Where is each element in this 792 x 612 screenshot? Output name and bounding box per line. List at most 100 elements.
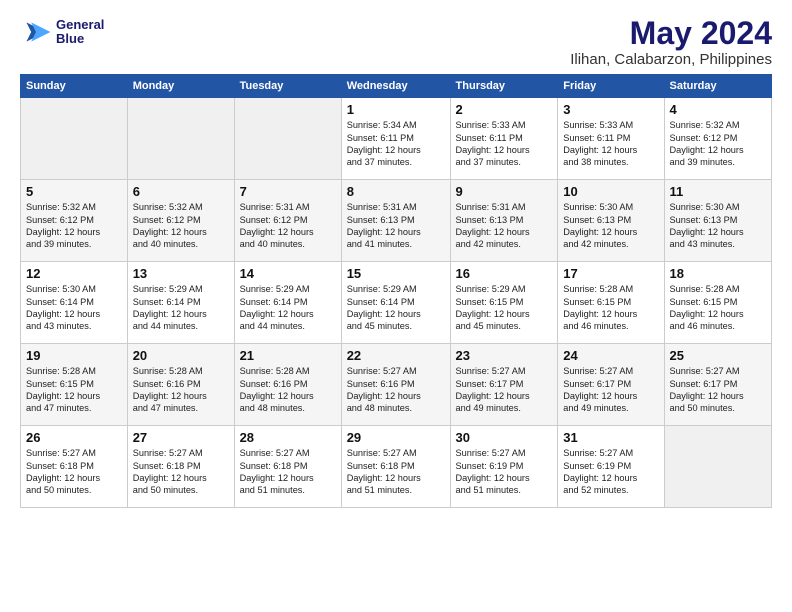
day-number: 31 [563,430,658,445]
col-header-tuesday: Tuesday [234,75,341,98]
day-cell: 30 Sunrise: 5:27 AM Sunset: 6:19 PM Dayli… [450,426,558,508]
day-number: 10 [563,184,658,199]
day-number: 2 [456,102,553,117]
day-number: 9 [456,184,553,199]
day-number: 20 [133,348,229,363]
day-cell: 4 Sunrise: 5:32 AM Sunset: 6:12 PM Daylig… [664,98,771,180]
day-info: Sunrise: 5:29 AM Sunset: 6:15 PM Dayligh… [456,283,553,333]
day-cell: 15 Sunrise: 5:29 AM Sunset: 6:14 PM Dayli… [341,262,450,344]
day-number: 14 [240,266,336,281]
day-cell: 14 Sunrise: 5:29 AM Sunset: 6:14 PM Dayli… [234,262,341,344]
day-number: 27 [133,430,229,445]
day-info: Sunrise: 5:27 AM Sunset: 6:18 PM Dayligh… [347,447,445,497]
day-info: Sunrise: 5:29 AM Sunset: 6:14 PM Dayligh… [133,283,229,333]
day-cell: 20 Sunrise: 5:28 AM Sunset: 6:16 PM Dayli… [127,344,234,426]
day-number: 21 [240,348,336,363]
day-number: 18 [670,266,766,281]
header: General Blue May 2024 Ilihan, Calabarzon… [20,16,772,68]
day-number: 30 [456,430,553,445]
day-number: 17 [563,266,658,281]
day-cell: 3 Sunrise: 5:33 AM Sunset: 6:11 PM Daylig… [558,98,664,180]
week-row-4: 19Sunrise: 5:28 AM Sunset: 6:15 PM Dayli… [21,344,772,426]
week-row-1: 1 Sunrise: 5:34 AM Sunset: 6:11 PM Daylig… [21,98,772,180]
day-info: Sunrise: 5:28 AM Sunset: 6:15 PM Dayligh… [670,283,766,333]
day-info: Sunrise: 5:28 AM Sunset: 6:16 PM Dayligh… [133,365,229,415]
day-number: 11 [670,184,766,199]
day-number: 5 [26,184,122,199]
subtitle: Ilihan, Calabarzon, Philippines [570,51,772,68]
calendar-table: SundayMondayTuesdayWednesdayThursdayFrid… [20,74,772,508]
day-info: Sunrise: 5:27 AM Sunset: 6:17 PM Dayligh… [563,365,658,415]
day-info: Sunrise: 5:27 AM Sunset: 6:18 PM Dayligh… [240,447,336,497]
day-info: Sunrise: 5:34 AM Sunset: 6:11 PM Dayligh… [347,119,445,169]
day-cell: 28 Sunrise: 5:27 AM Sunset: 6:18 PM Dayli… [234,426,341,508]
day-info: Sunrise: 5:30 AM Sunset: 6:14 PM Dayligh… [26,283,122,333]
day-info: Sunrise: 5:30 AM Sunset: 6:13 PM Dayligh… [670,201,766,251]
day-cell: 26Sunrise: 5:27 AM Sunset: 6:18 PM Dayli… [21,426,128,508]
day-info: Sunrise: 5:31 AM Sunset: 6:13 PM Dayligh… [347,201,445,251]
day-info: Sunrise: 5:29 AM Sunset: 6:14 PM Dayligh… [347,283,445,333]
day-cell: 22Sunrise: 5:27 AM Sunset: 6:16 PM Dayli… [341,344,450,426]
day-cell: 18 Sunrise: 5:28 AM Sunset: 6:15 PM Dayli… [664,262,771,344]
day-number: 7 [240,184,336,199]
week-row-5: 26 Sunrise: 5:27 AM Sunset: 6:18 PM Dayli… [21,426,772,508]
col-header-friday: Friday [558,75,664,98]
day-info: Sunrise: 5:31 AM Sunset: 6:12 PM Dayligh… [240,201,336,251]
day-cell: 25Sunrise: 5:27 AM Sunset: 6:17 PM Dayli… [664,344,771,426]
day-cell: 10 Sunrise: 5:30 AM Sunset: 6:13 PM Dayli… [558,180,664,262]
day-cell: 19Sunrise: 5:28 AM Sunset: 6:15 PM Dayli… [21,344,128,426]
day-cell: 7 Sunrise: 5:31 AM Sunset: 6:12 PM Daylig… [234,180,341,262]
day-number: 8 [347,184,445,199]
day-info: Sunrise: 5:33 AM Sunset: 6:11 PM Dayligh… [563,119,658,169]
day-number: 13 [133,266,229,281]
logo-text: General Blue [56,18,104,47]
day-cell: 13 Sunrise: 5:29 AM Sunset: 6:14 PM Dayli… [127,262,234,344]
day-cell: 27Sunrise: 5:27 AM Sunset: 6:18 PM Dayli… [127,426,234,508]
day-number: 4 [670,102,766,117]
week-row-2: 5Sunrise: 5:32 AM Sunset: 6:12 PM Daylig… [21,180,772,262]
day-cell: 16Sunrise: 5:29 AM Sunset: 6:15 PM Dayli… [450,262,558,344]
day-number: 29 [347,430,445,445]
day-cell: 12Sunrise: 5:30 AM Sunset: 6:14 PM Dayli… [21,262,128,344]
col-header-thursday: Thursday [450,75,558,98]
day-number: 15 [347,266,445,281]
day-cell: 1 Sunrise: 5:34 AM Sunset: 6:11 PM Daylig… [341,98,450,180]
day-number: 22 [347,348,445,363]
day-info: Sunrise: 5:29 AM Sunset: 6:14 PM Dayligh… [240,283,336,333]
day-number: 3 [563,102,658,117]
col-header-monday: Monday [127,75,234,98]
day-info: Sunrise: 5:31 AM Sunset: 6:13 PM Dayligh… [456,201,553,251]
day-cell: 9 Sunrise: 5:31 AM Sunset: 6:13 PM Daylig… [450,180,558,262]
day-number: 28 [240,430,336,445]
day-info: Sunrise: 5:30 AM Sunset: 6:13 PM Dayligh… [563,201,658,251]
col-header-saturday: Saturday [664,75,771,98]
day-cell: 6Sunrise: 5:32 AM Sunset: 6:12 PM Daylig… [127,180,234,262]
logo: General Blue [20,16,104,48]
day-info: Sunrise: 5:27 AM Sunset: 6:19 PM Dayligh… [456,447,553,497]
day-cell: 23Sunrise: 5:27 AM Sunset: 6:17 PM Dayli… [450,344,558,426]
page: General Blue May 2024 Ilihan, Calabarzon… [0,0,792,612]
day-cell [21,98,128,180]
title-block: May 2024 Ilihan, Calabarzon, Philippines [570,16,772,68]
day-cell: 5Sunrise: 5:32 AM Sunset: 6:12 PM Daylig… [21,180,128,262]
day-cell: 29 Sunrise: 5:27 AM Sunset: 6:18 PM Dayli… [341,426,450,508]
day-info: Sunrise: 5:27 AM Sunset: 6:17 PM Dayligh… [456,365,553,415]
week-row-3: 12Sunrise: 5:30 AM Sunset: 6:14 PM Dayli… [21,262,772,344]
day-number: 6 [133,184,229,199]
day-info: Sunrise: 5:28 AM Sunset: 6:15 PM Dayligh… [563,283,658,333]
day-number: 26 [26,430,122,445]
main-title: May 2024 [570,16,772,51]
day-cell [664,426,771,508]
day-number: 1 [347,102,445,117]
col-header-sunday: Sunday [21,75,128,98]
day-cell: 11 Sunrise: 5:30 AM Sunset: 6:13 PM Dayli… [664,180,771,262]
col-header-wednesday: Wednesday [341,75,450,98]
day-cell: 8 Sunrise: 5:31 AM Sunset: 6:13 PM Daylig… [341,180,450,262]
day-cell: 24Sunrise: 5:27 AM Sunset: 6:17 PM Dayli… [558,344,664,426]
day-info: Sunrise: 5:27 AM Sunset: 6:19 PM Dayligh… [563,447,658,497]
day-info: Sunrise: 5:28 AM Sunset: 6:15 PM Dayligh… [26,365,122,415]
day-info: Sunrise: 5:32 AM Sunset: 6:12 PM Dayligh… [670,119,766,169]
day-cell: 17 Sunrise: 5:28 AM Sunset: 6:15 PM Dayli… [558,262,664,344]
day-info: Sunrise: 5:27 AM Sunset: 6:17 PM Dayligh… [670,365,766,415]
day-cell: 2Sunrise: 5:33 AM Sunset: 6:11 PM Daylig… [450,98,558,180]
